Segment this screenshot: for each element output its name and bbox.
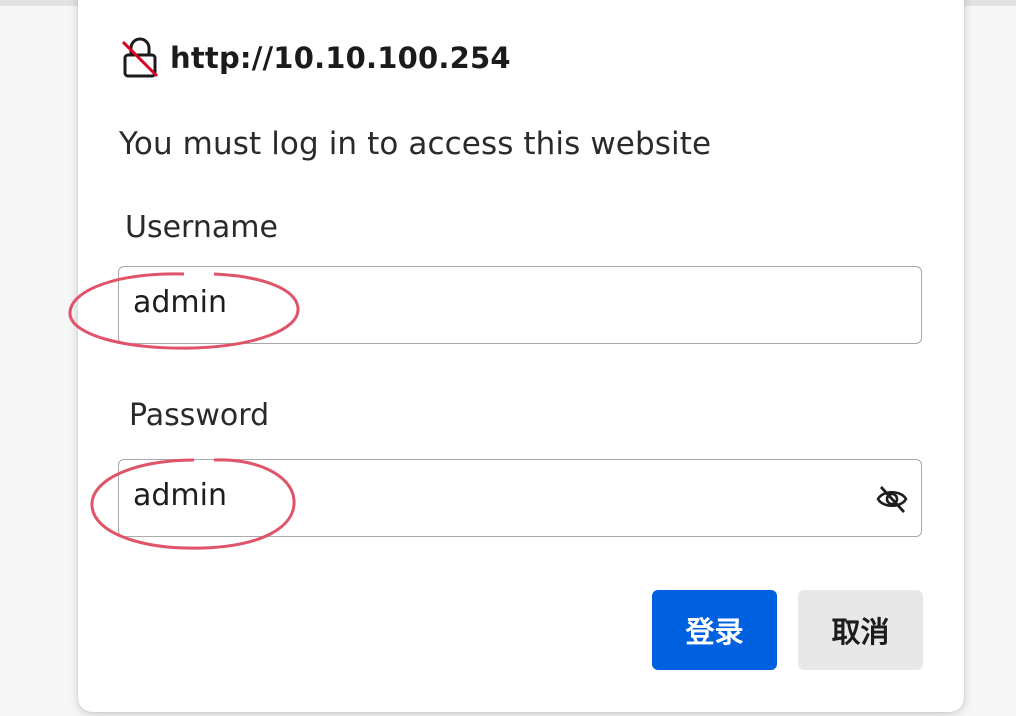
password-input[interactable]: admin — [118, 459, 922, 537]
cancel-button[interactable]: 取消 — [798, 590, 923, 670]
origin-url: http://10.10.100.254 — [170, 41, 511, 75]
username-input[interactable]: admin — [118, 266, 922, 344]
login-message: You must log in to access this website — [119, 126, 712, 162]
username-value: admin — [133, 285, 227, 320]
login-button[interactable]: 登录 — [652, 590, 777, 670]
password-value: admin — [133, 478, 227, 513]
eye-slash-icon[interactable] — [875, 482, 909, 516]
insecure-lock-icon — [120, 36, 160, 80]
username-label: Username — [125, 210, 278, 245]
password-label: Password — [129, 398, 270, 433]
dialog-origin: http://10.10.100.254 — [120, 36, 511, 80]
